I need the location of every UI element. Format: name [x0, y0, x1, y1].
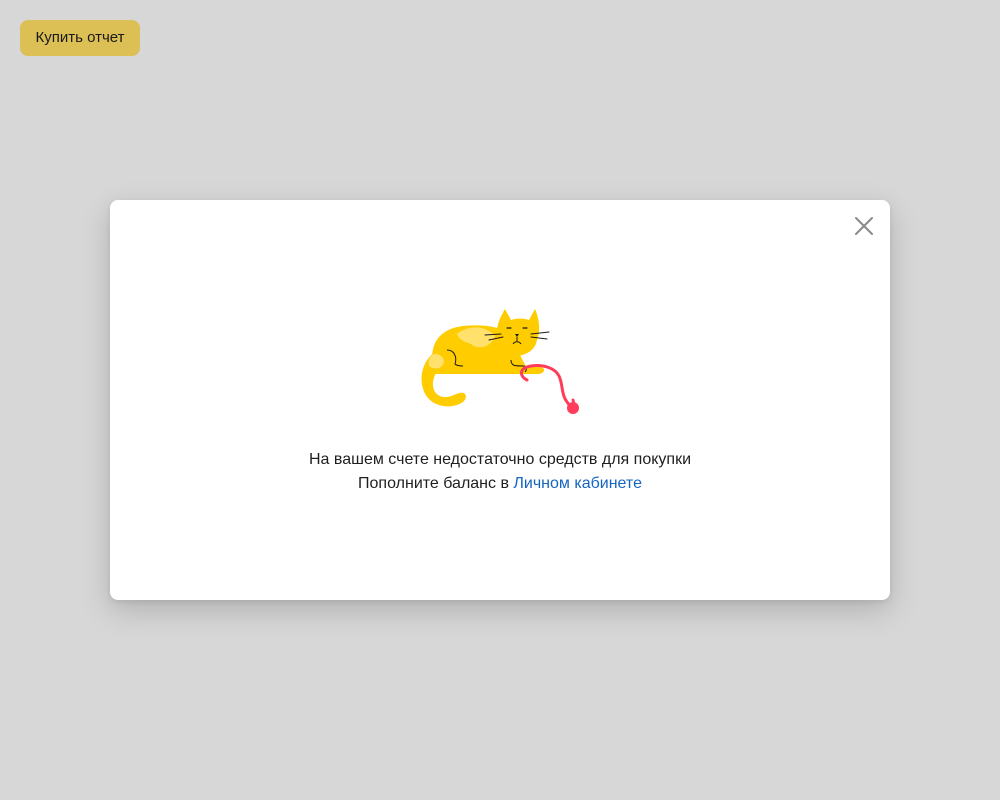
message-line-2: Пополните баланс в Личном кабинете [110, 472, 890, 496]
message-line-1: На вашем счете недостаточно средств для … [308, 451, 691, 468]
cat-with-yarn-icon [421, 309, 579, 414]
close-button[interactable] [852, 214, 876, 238]
buy-report-button[interactable]: Купить отчет [20, 20, 140, 56]
personal-cabinet-link[interactable]: Личном кабинете [513, 475, 642, 492]
insufficient-funds-modal: На вашем счете недостаточно средств для … [110, 200, 890, 600]
page: Купить отчет На вашем счете недостаточно… [0, 0, 1000, 800]
close-icon [855, 217, 873, 235]
insufficient-funds-message: На вашем счете недостаточно средств для … [110, 448, 890, 496]
message-line-2-prefix: Пополните баланс в [358, 475, 514, 492]
